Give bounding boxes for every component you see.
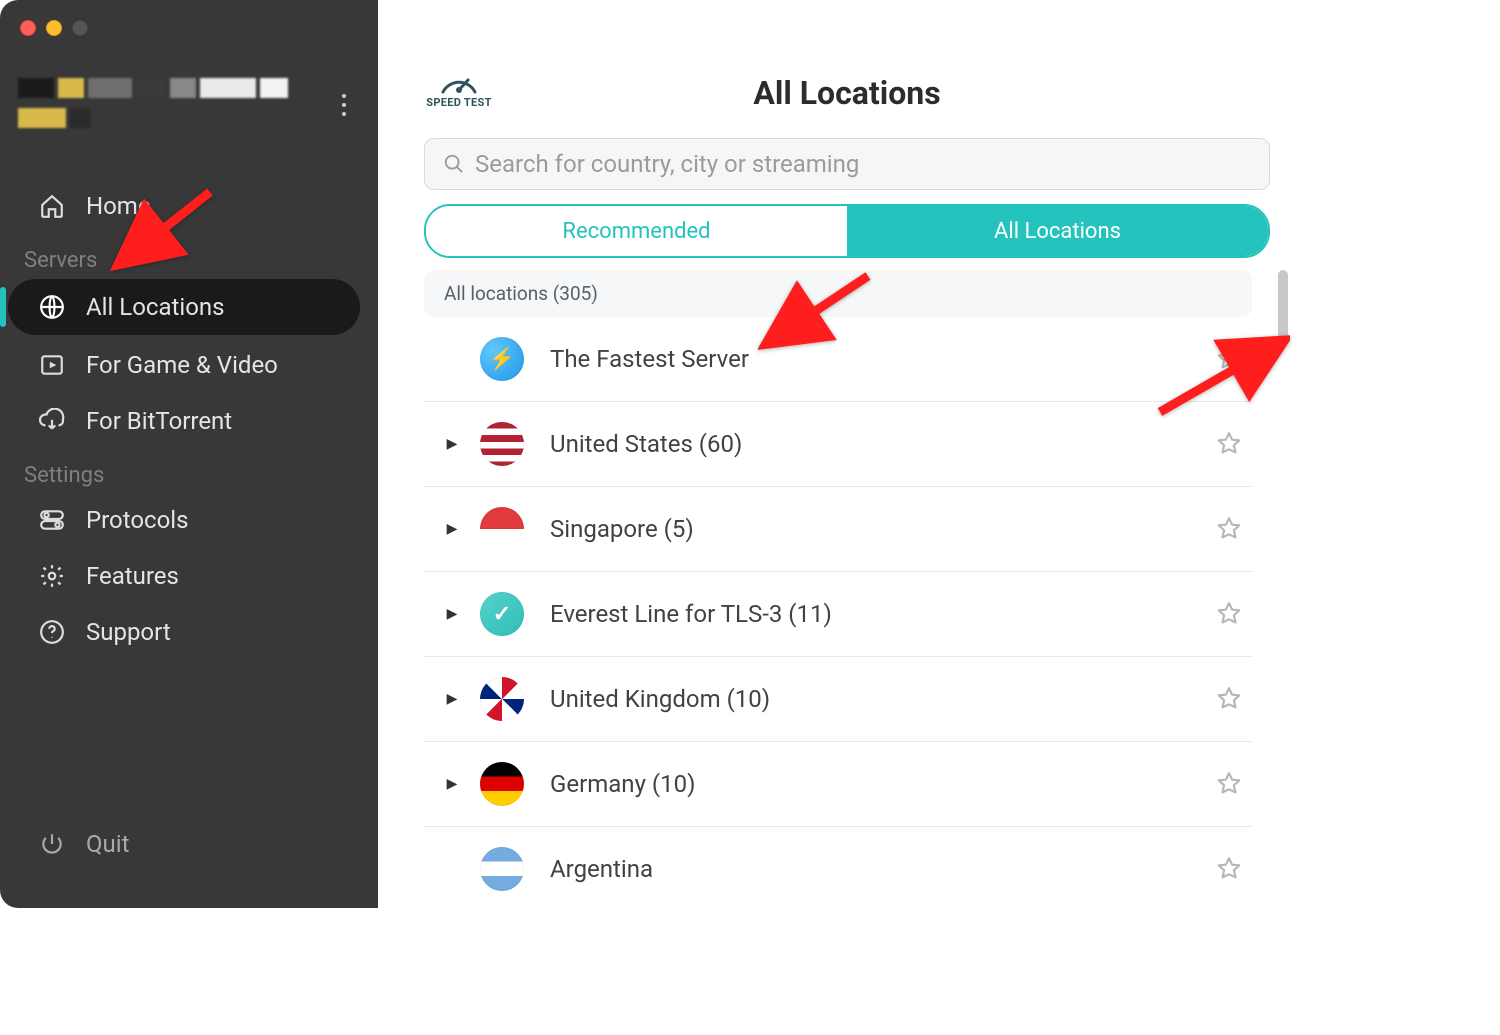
toggle-icon (38, 506, 66, 534)
maximize-window-button[interactable] (72, 20, 88, 36)
expand-icon[interactable]: ▶ (424, 606, 480, 622)
minimize-window-button[interactable] (46, 20, 62, 36)
tab-recommended[interactable]: Recommended (426, 206, 847, 256)
main-panel: SPEED TEST All Locations Search for coun… (378, 0, 1316, 908)
close-window-button[interactable] (20, 20, 36, 36)
location-row[interactable]: ▶ Everest Line for TLS-3 (11) (424, 572, 1252, 657)
sidebar-item-label: Support (86, 618, 171, 646)
home-icon (38, 192, 66, 220)
more-menu-icon[interactable] (334, 94, 354, 116)
favorite-star-icon[interactable] (1216, 601, 1242, 627)
help-icon (38, 618, 66, 646)
sidebar-item-all-locations[interactable]: All Locations (8, 279, 360, 335)
globe-icon (38, 293, 66, 321)
sidebar-section-servers: Servers (0, 234, 378, 277)
favorite-star-icon[interactable] (1216, 771, 1242, 797)
sidebar-item-label: Home (86, 192, 151, 220)
location-name: Argentina (550, 855, 653, 883)
favorite-star-icon[interactable] (1216, 346, 1242, 372)
download-cloud-icon (38, 407, 66, 435)
location-row[interactable]: Argentina (424, 827, 1252, 908)
tabs: Recommended All Locations (424, 204, 1270, 258)
sidebar-item-support[interactable]: Support (0, 604, 378, 660)
sidebar-item-bittorrent[interactable]: For BitTorrent (0, 393, 378, 449)
sidebar-item-label: Protocols (86, 506, 189, 534)
sidebar-item-game-video[interactable]: For Game & Video (0, 337, 378, 393)
expand-icon[interactable]: ▶ (424, 521, 480, 537)
flag-icon (480, 422, 524, 466)
sidebar: Home Servers All Locations For Game & Vi… (0, 0, 378, 908)
location-name: The Fastest Server (550, 345, 749, 373)
favorite-star-icon[interactable] (1216, 516, 1242, 542)
location-name: United Kingdom (10) (550, 685, 770, 713)
sidebar-item-label: Quit (86, 830, 129, 858)
sidebar-item-label: For Game & Video (86, 351, 278, 379)
location-name: Everest Line for TLS-3 (11) (550, 600, 832, 628)
favorite-star-icon[interactable] (1216, 856, 1242, 882)
scrollbar[interactable] (1278, 270, 1288, 340)
gear-icon (38, 562, 66, 590)
expand-icon[interactable]: ▶ (424, 776, 480, 792)
favorite-star-icon[interactable] (1216, 686, 1242, 712)
window-controls (20, 20, 88, 36)
play-icon (38, 351, 66, 379)
favorite-star-icon[interactable] (1216, 431, 1242, 457)
tab-all-locations[interactable]: All Locations (847, 206, 1268, 256)
flag-icon (480, 762, 524, 806)
location-row[interactable]: ▶ United States (60) (424, 402, 1252, 487)
locations-count: All locations (305) (424, 270, 1252, 317)
sidebar-item-features[interactable]: Features (0, 548, 378, 604)
flag-icon (480, 677, 524, 721)
sidebar-item-label: All Locations (86, 293, 225, 321)
sidebar-item-protocols[interactable]: Protocols (0, 492, 378, 548)
search-input[interactable]: Search for country, city or streaming (424, 138, 1270, 190)
location-name: United States (60) (550, 430, 742, 458)
page-title: All Locations (378, 74, 1316, 112)
power-icon (38, 830, 66, 858)
location-row[interactable]: ▶ Germany (10) (424, 742, 1252, 827)
location-row[interactable]: The Fastest Server (424, 317, 1252, 402)
expand-icon[interactable]: ▶ (424, 436, 480, 452)
sidebar-item-label: Features (86, 562, 179, 590)
expand-icon[interactable]: ▶ (424, 691, 480, 707)
locations-list[interactable]: All locations (305) The Fastest Server ▶ U… (424, 270, 1252, 908)
sidebar-section-settings: Settings (0, 449, 378, 492)
search-icon (443, 153, 465, 175)
sidebar-quit: Quit (0, 816, 378, 872)
flag-icon (480, 507, 524, 551)
sidebar-item-label: For BitTorrent (86, 407, 232, 435)
flag-icon (480, 592, 524, 636)
sidebar-nav: Home Servers All Locations For Game & Vi… (0, 178, 378, 660)
flag-icon (480, 337, 524, 381)
location-name: Germany (10) (550, 770, 695, 798)
flag-icon (480, 847, 524, 891)
location-name: Singapore (5) (550, 515, 694, 543)
sidebar-item-quit[interactable]: Quit (0, 816, 378, 872)
search-placeholder: Search for country, city or streaming (475, 150, 859, 178)
sidebar-item-home[interactable]: Home (0, 178, 378, 234)
location-row[interactable]: ▶ Singapore (5) (424, 487, 1252, 572)
location-row[interactable]: ▶ United Kingdom (10) (424, 657, 1252, 742)
app-brand-area (18, 78, 360, 138)
